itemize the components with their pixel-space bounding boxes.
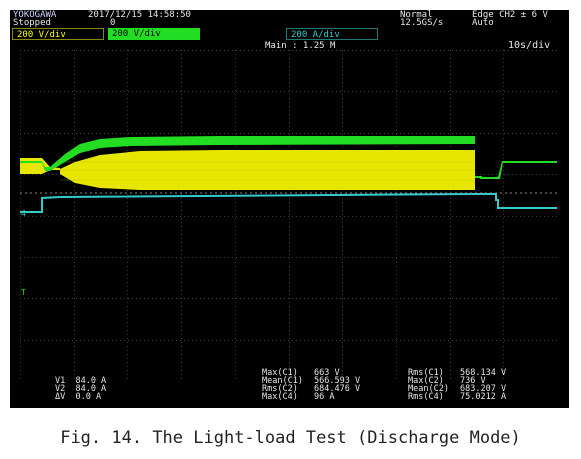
trigger-mode: Auto xyxy=(472,18,494,28)
meas-value: 75.0212 A xyxy=(460,392,507,402)
sample-rate: 12.5GS/s xyxy=(400,18,444,28)
oscilloscope-screen: YOKOGAWA Stopped 2017/12/15 14:58:50 0 N… xyxy=(10,10,569,408)
channel-4-label: 200 A/div xyxy=(291,30,340,40)
ch4-ground-marker: 4 xyxy=(21,209,26,218)
figure-caption: Fig. 14. The Light-load Test (Discharge … xyxy=(60,428,521,448)
acquisition-count: 0 xyxy=(110,18,116,28)
channel-2-label: 200 V/div xyxy=(112,29,161,39)
channel-2-box[interactable]: 200 V/div xyxy=(108,28,200,40)
channel-1-label: 200 V/div xyxy=(17,30,66,40)
meas-name: Max(C4) xyxy=(262,392,298,402)
ch2-ground-marker: T xyxy=(21,288,26,297)
acquisition-status: Stopped xyxy=(13,18,51,28)
datetime-label: 2017/12/15 14:58:50 xyxy=(88,10,191,20)
meas-name: Rms(C4) xyxy=(408,392,444,402)
channel-1-box[interactable]: 200 V/div xyxy=(12,28,104,40)
waveform-background xyxy=(20,50,557,381)
meas-value: 96 A xyxy=(314,392,335,402)
waveform-area: 4 T xyxy=(20,50,557,381)
channel-4-box[interactable]: 200 A/div xyxy=(286,28,378,40)
cursor-dv: ΔV 0.0 A xyxy=(55,392,102,402)
